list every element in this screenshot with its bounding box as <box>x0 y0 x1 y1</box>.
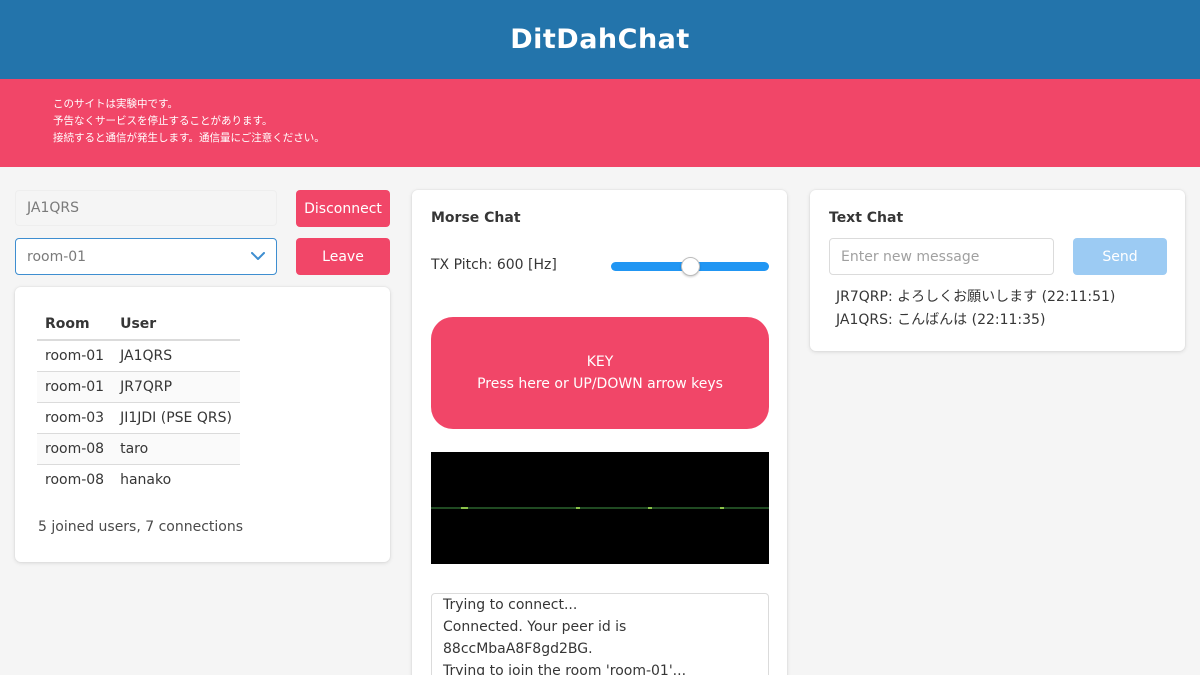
slider-thumb[interactable] <box>681 257 700 276</box>
table-row: room-08 taro <box>37 433 240 465</box>
disconnect-button[interactable]: Disconnect <box>296 190 390 227</box>
column-header-room: Room <box>37 308 113 341</box>
room-select-value: room-01 <box>27 248 87 265</box>
cell-room: room-01 <box>37 340 113 372</box>
key-button-hint: Press here or UP/DOWN arrow keys <box>477 376 723 392</box>
leave-button[interactable]: Leave <box>296 238 390 275</box>
chat-message: JR7QRP: よろしくお願いします (22:11:51) <box>836 289 1116 305</box>
users-summary: 5 joined users, 7 connections <box>38 519 244 535</box>
text-chat-title: Text Chat <box>829 210 904 226</box>
callsign-input[interactable]: JA1QRS <box>15 190 277 226</box>
log-line: Trying to join the room 'room-01'... <box>443 663 687 675</box>
tx-pitch-label: TX Pitch: 600 [Hz] <box>431 257 557 273</box>
users-table: Room User room-01 JA1QRS room-01 JR7QRP … <box>37 308 240 495</box>
navbar: DitDahChat <box>0 0 1200 79</box>
column-header-user: User <box>112 308 240 341</box>
chevron-down-icon <box>251 252 265 260</box>
table-row: room-03 JI1JDI (PSE QRS) <box>37 402 240 434</box>
key-button-title: KEY <box>586 354 614 370</box>
send-button[interactable]: Send <box>1073 238 1167 275</box>
morse-key-button[interactable]: KEY Press here or UP/DOWN arrow keys <box>431 317 769 429</box>
connection-log[interactable]: Trying to connect... Connected. Your pee… <box>431 593 769 675</box>
morse-chat-card: Morse Chat TX Pitch: 600 [Hz] KEY Press … <box>412 190 787 675</box>
cell-room: room-08 <box>37 433 113 465</box>
notice-line: 予告なくサービスを停止することがあります。 <box>53 115 273 127</box>
cell-user: hanako <box>120 471 172 488</box>
room-select[interactable]: room-01 <box>15 238 277 275</box>
users-card: Room User room-01 JA1QRS room-01 JR7QRP … <box>15 287 390 562</box>
chat-message: JA1QRS: こんばんは (22:11:35) <box>836 312 1046 328</box>
audio-waveform-canvas <box>431 452 769 564</box>
notice-line: このサイトは実験中です。 <box>53 98 178 110</box>
log-line: Trying to connect... <box>443 597 578 613</box>
tx-pitch-slider[interactable] <box>611 257 769 276</box>
cell-room: room-01 <box>37 371 113 403</box>
message-list: JR7QRP: よろしくお願いします (22:11:51) JA1QRS: こん… <box>836 286 1115 332</box>
table-row: room-01 JA1QRS <box>37 340 240 372</box>
cell-room: room-08 <box>45 471 105 488</box>
log-line: 88ccMbaA8F8gd2BG. <box>443 641 593 657</box>
table-row: room-01 JR7QRP <box>37 371 240 403</box>
waveform-trace <box>431 507 769 509</box>
log-line: Connected. Your peer id is <box>443 619 627 635</box>
notice-line: 接続すると通信が発生します。通信量にご注意ください。 <box>53 132 325 144</box>
users-table-header: Room User <box>37 308 240 341</box>
app-title: DitDahChat <box>510 24 690 55</box>
table-row: room-08 hanako <box>37 464 240 495</box>
text-chat-card: Text Chat Enter new message Send JR7QRP:… <box>810 190 1185 351</box>
cell-room: room-03 <box>37 402 113 434</box>
cell-user: taro <box>112 433 240 465</box>
cell-user: JA1QRS <box>112 340 240 372</box>
morse-chat-title: Morse Chat <box>431 210 521 226</box>
cell-user: JR7QRP <box>112 371 240 403</box>
notice-banner: このサイトは実験中です。 予告なくサービスを停止することがあります。 接続すると… <box>0 79 1200 167</box>
message-input[interactable]: Enter new message <box>829 238 1054 275</box>
cell-user: JI1JDI (PSE QRS) <box>112 402 240 434</box>
